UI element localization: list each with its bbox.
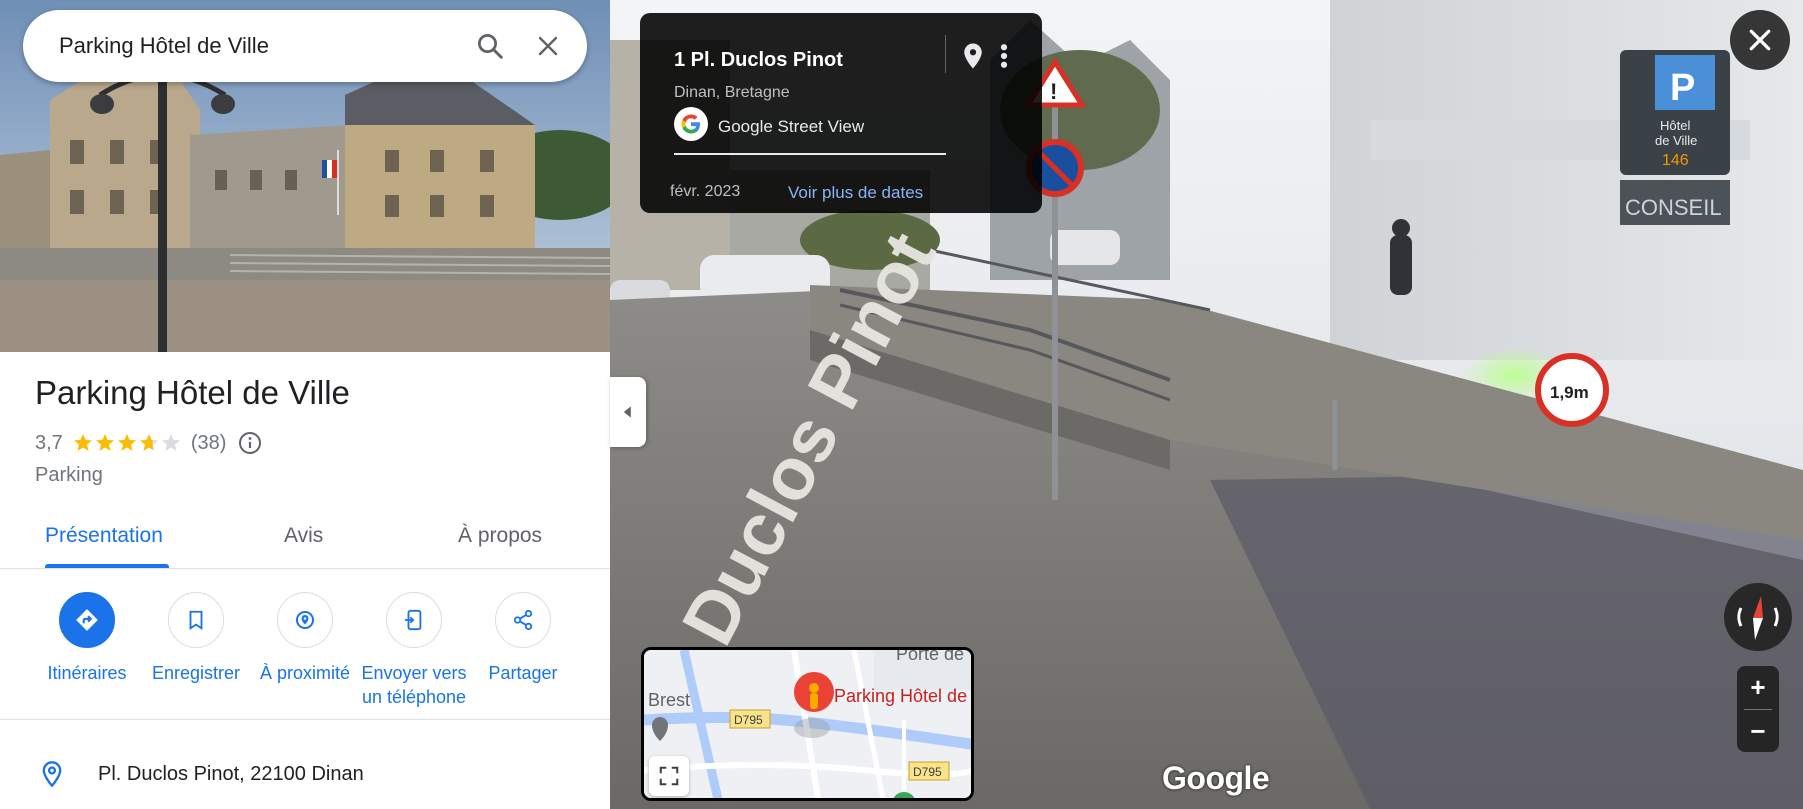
- street-view-subtitle: Dinan, Bretagne: [674, 84, 790, 101]
- google-logo-icon: [674, 107, 708, 146]
- street-view-source-label: Google Street View: [718, 116, 865, 136]
- zoom-out-button[interactable]: −: [1737, 710, 1779, 753]
- nearby-icon: [277, 592, 333, 648]
- clear-search-button[interactable]: [519, 17, 577, 75]
- timeline-bar[interactable]: [674, 153, 946, 155]
- compass-button[interactable]: [1724, 583, 1792, 651]
- svg-text:!: !: [1050, 79, 1057, 104]
- city-label: Brest: [648, 690, 690, 710]
- close-street-view-button[interactable]: [1730, 10, 1790, 70]
- area-label: Porte de: [896, 650, 964, 664]
- active-tab-indicator: [45, 564, 169, 568]
- svg-text:P: P: [1670, 67, 1695, 109]
- tab-about[interactable]: À propos: [458, 524, 542, 548]
- collapse-panel-button[interactable]: [610, 377, 646, 447]
- fullscreen-icon: [659, 766, 679, 786]
- parking-sign-text: Hôtel: [1660, 118, 1690, 133]
- share-button[interactable]: Partager: [458, 592, 588, 685]
- rating-value: 3,7: [35, 431, 63, 454]
- share-icon: [495, 592, 551, 648]
- directions-icon: [59, 592, 115, 648]
- tab-overview[interactable]: Présentation: [45, 524, 163, 548]
- rating-row: 3,7 (38): [35, 431, 262, 455]
- location-pin-icon[interactable]: [958, 39, 988, 78]
- search-icon: [478, 34, 503, 59]
- compass-icon: [1737, 596, 1779, 640]
- height-sign-text: 1,9m: [1550, 383, 1589, 402]
- map-place-label: Parking Hôtel de: [834, 686, 967, 706]
- info-icon[interactable]: [238, 431, 262, 455]
- location-pin-icon: [42, 761, 62, 788]
- more-options-icon[interactable]: [996, 41, 1012, 76]
- maps-app: P Hôtel de Ville 146 CONSEIL ! 1,9m Ducl…: [0, 0, 1803, 809]
- address-text: Pl. Duclos Pinot, 22100 Dinan: [98, 762, 364, 785]
- more-dates-link[interactable]: Voir plus de dates: [788, 183, 923, 203]
- place-tabs: Présentation Avis À propos: [0, 508, 610, 569]
- shop-sign-text: CONSEIL: [1625, 195, 1722, 220]
- road-label: D795: [913, 765, 942, 779]
- fullscreen-button[interactable]: [649, 756, 689, 796]
- capture-date: févr. 2023: [670, 183, 741, 200]
- place-category[interactable]: Parking: [35, 464, 103, 487]
- close-icon: [538, 36, 558, 56]
- review-count[interactable]: (38): [191, 432, 227, 455]
- tab-reviews[interactable]: Avis: [284, 524, 323, 548]
- star-rating: [73, 433, 183, 453]
- share-label: Partager: [488, 663, 558, 683]
- address-row[interactable]: Pl. Duclos Pinot, 22100 Dinan: [38, 758, 364, 790]
- street-view-info-card: 1 Pl. Duclos Pinot Dinan, Bretagne Googl…: [640, 13, 1042, 213]
- chevron-left-icon: [623, 406, 631, 418]
- zoom-controls: + −: [1737, 666, 1779, 752]
- section-divider: [0, 719, 610, 720]
- google-watermark: Google: [1162, 760, 1270, 796]
- road-label: D795: [734, 713, 763, 727]
- mini-map-image[interactable]: D795 D795 Brest Porte de Parking Hôtel d…: [644, 650, 974, 801]
- stars-icon: [73, 434, 180, 451]
- search-input[interactable]: Parking Hôtel de Ville: [59, 33, 461, 59]
- google-street-view-source: Google Street View: [674, 107, 864, 146]
- parking-sign-text: de Ville: [1655, 133, 1697, 148]
- parking-sign-count: 146: [1662, 152, 1689, 169]
- bookmark-icon: [168, 592, 224, 648]
- close-icon: [1749, 29, 1771, 51]
- card-divider: [945, 35, 946, 73]
- send-to-phone-icon: [386, 592, 442, 648]
- search-button[interactable]: [461, 17, 519, 75]
- street-view-title: 1 Pl. Duclos Pinot: [674, 49, 843, 71]
- place-title: Parking Hôtel de Ville: [35, 374, 350, 411]
- search-box[interactable]: Parking Hôtel de Ville: [23, 10, 587, 82]
- zoom-in-button[interactable]: +: [1737, 666, 1779, 709]
- place-panel: Parking Hôtel de Ville Parking Hôtel de …: [0, 0, 610, 809]
- mini-map[interactable]: D795 D795 Brest Porte de Parking Hôtel d…: [641, 647, 974, 801]
